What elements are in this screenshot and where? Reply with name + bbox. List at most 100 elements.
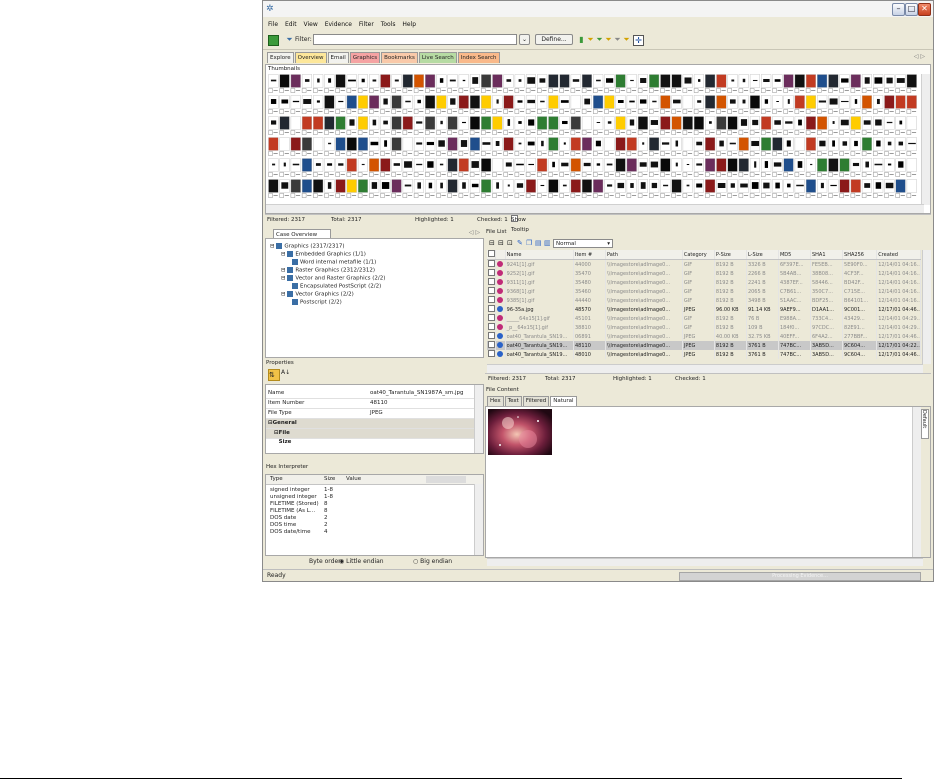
tree-node[interactable]: Postscript (2/2) xyxy=(292,299,342,307)
thumbnail[interactable] xyxy=(805,95,816,114)
thumbnail[interactable] xyxy=(492,158,503,177)
thumbnail[interactable] xyxy=(884,116,895,135)
funnel-yellow-icon[interactable]: ⏷ xyxy=(604,35,613,44)
thumbnail[interactable] xyxy=(481,74,492,93)
thumbnail[interactable] xyxy=(738,179,749,198)
thumbnail[interactable] xyxy=(637,137,649,156)
thumbnail[interactable] xyxy=(335,179,346,198)
thumbnail[interactable] xyxy=(828,179,839,198)
thumbnail[interactable] xyxy=(324,137,335,156)
thumbnail[interactable] xyxy=(380,74,391,93)
thumbnail[interactable] xyxy=(290,74,301,93)
tab-email[interactable]: Email xyxy=(327,52,349,63)
thumbnail[interactable] xyxy=(469,158,481,177)
table-row[interactable]: 9368[1].gif 35460 \\Imagestore\adlmage0...… xyxy=(487,287,921,296)
thumbnail[interactable] xyxy=(436,95,447,114)
thumbnail[interactable] xyxy=(738,95,749,114)
big-endian-radio[interactable]: ○ Big endian xyxy=(413,556,452,568)
thumbnail[interactable] xyxy=(660,74,671,93)
thumbnail[interactable] xyxy=(783,137,794,156)
thumbnail[interactable] xyxy=(593,158,604,177)
thumbnail[interactable] xyxy=(436,74,447,93)
table-row[interactable]: 9311[1].gif 35480 \\Imagestore\adlmage0...… xyxy=(487,278,921,287)
thumbnail[interactable] xyxy=(828,74,839,93)
thumbnail[interactable] xyxy=(705,74,716,93)
thumbnail[interactable] xyxy=(369,179,380,198)
thumbnail[interactable] xyxy=(749,137,761,156)
thumbnail[interactable] xyxy=(380,137,391,156)
thumbnail[interactable] xyxy=(357,74,368,93)
thumbnail[interactable] xyxy=(436,137,447,156)
tab-filtered[interactable]: Filtered xyxy=(522,396,550,406)
thumbnail[interactable] xyxy=(548,179,559,198)
thumbnail[interactable] xyxy=(369,158,380,177)
tree-node[interactable]: ⊟ Raster Graphics (2312/2312) xyxy=(281,267,375,275)
thumbnail[interactable] xyxy=(839,158,850,177)
thumbnail[interactable] xyxy=(693,116,705,135)
thumbnail[interactable] xyxy=(671,74,682,93)
thumbnail[interactable] xyxy=(503,116,514,135)
thumbnail[interactable] xyxy=(906,137,917,156)
thumbnail[interactable] xyxy=(268,158,279,177)
thumbnail[interactable] xyxy=(794,74,805,93)
thumbnail[interactable] xyxy=(290,158,301,177)
thumbnail[interactable] xyxy=(503,74,514,93)
thumbnail[interactable] xyxy=(413,179,425,198)
thumbnail[interactable] xyxy=(413,74,425,93)
thumbnail[interactable] xyxy=(279,179,290,198)
tree-node[interactable]: ⊟ Graphics (2317/2317) xyxy=(270,243,345,251)
thumbnail[interactable] xyxy=(570,116,581,135)
thumbnail[interactable] xyxy=(716,137,727,156)
thumbnail[interactable] xyxy=(492,137,503,156)
thumbnail[interactable] xyxy=(436,179,447,198)
thumbnail[interactable] xyxy=(637,158,649,177)
thumbnail[interactable] xyxy=(324,179,335,198)
thumbnail[interactable] xyxy=(693,158,705,177)
tree-node[interactable]: ⊟ Vector Graphics (2/2) xyxy=(281,291,354,299)
thumbnail[interactable] xyxy=(749,179,761,198)
thumbnail[interactable] xyxy=(458,74,469,93)
thumbnails-horizontal-scrollbar[interactable] xyxy=(266,204,924,213)
thumbnail[interactable] xyxy=(861,74,872,93)
thumbnail[interactable] xyxy=(660,116,671,135)
thumbnail[interactable] xyxy=(749,74,761,93)
thumbnail[interactable] xyxy=(727,137,738,156)
close-button[interactable]: ✕ xyxy=(918,3,931,16)
thumbnail[interactable] xyxy=(525,95,537,114)
row-checkbox[interactable] xyxy=(488,287,495,294)
thumbnail[interactable] xyxy=(682,116,693,135)
column-md5[interactable]: MD5 xyxy=(778,250,812,260)
view-mode-select[interactable]: Normal ▾ xyxy=(553,239,613,248)
thumbnail[interactable] xyxy=(503,137,514,156)
thumbnail[interactable] xyxy=(391,95,402,114)
column-path[interactable]: Path xyxy=(605,250,683,260)
column-l-size[interactable]: L-Size xyxy=(746,250,779,260)
thumbnail[interactable] xyxy=(458,95,469,114)
thumbnail[interactable] xyxy=(805,116,816,135)
thumbnail[interactable] xyxy=(615,95,626,114)
thumbnail[interactable] xyxy=(425,179,436,198)
properties-scrollbar[interactable] xyxy=(474,385,483,453)
funnel-plus-icon[interactable]: ⏷ xyxy=(622,35,631,44)
thumbnail[interactable] xyxy=(884,179,895,198)
thumbnail[interactable] xyxy=(749,95,761,114)
thumbnail[interactable] xyxy=(861,137,872,156)
table-view-icon[interactable]: ▤ xyxy=(535,239,542,247)
thumbnail[interactable] xyxy=(369,74,380,93)
thumbnails-vertical-scrollbar[interactable] xyxy=(921,74,930,205)
thumbnail[interactable] xyxy=(626,137,637,156)
thumbnail[interactable] xyxy=(727,179,738,198)
thumbnail[interactable] xyxy=(559,137,570,156)
add-evidence-icon[interactable] xyxy=(268,35,279,46)
thumbnail[interactable] xyxy=(525,74,537,93)
thumbnail[interactable] xyxy=(514,116,525,135)
thumbnail[interactable] xyxy=(481,158,492,177)
thumbnail[interactable] xyxy=(469,95,481,114)
thumbnail[interactable] xyxy=(369,137,380,156)
thumbnail[interactable] xyxy=(593,179,604,198)
row-checkbox[interactable] xyxy=(488,350,495,357)
thumbnail[interactable] xyxy=(660,158,671,177)
thumbnail[interactable] xyxy=(492,116,503,135)
table-row[interactable]: _____64x15[1].gif 45101 \\Imagestore\adlma… xyxy=(487,314,921,323)
thumbnail[interactable] xyxy=(279,158,290,177)
